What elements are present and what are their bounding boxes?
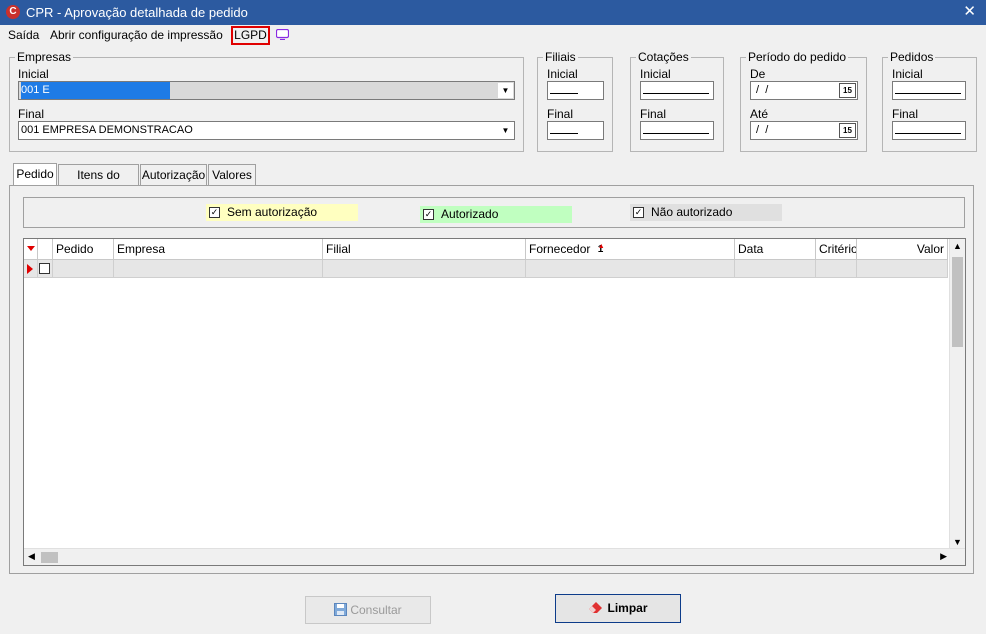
legend-autorizado[interactable]: ✓ Autorizado bbox=[420, 206, 572, 223]
grid-indicator-header[interactable] bbox=[24, 239, 38, 260]
column-header-fornecedor[interactable]: Fornecedor ▲ 1 bbox=[526, 239, 735, 260]
nao-autorizado-checkbox[interactable]: ✓ bbox=[633, 207, 644, 218]
row-indicator bbox=[24, 260, 38, 278]
fornecedor-header-label: Fornecedor bbox=[529, 242, 591, 256]
eraser-icon bbox=[589, 602, 603, 613]
menu-item-lgpd[interactable]: LGPD bbox=[231, 26, 270, 45]
sem-autorizacao-label: Sem autorização bbox=[227, 205, 318, 219]
cotacao-inicial-input[interactable] bbox=[640, 81, 714, 100]
legend-sem-autorizacao[interactable]: ✓ Sem autorização bbox=[206, 204, 358, 221]
empresa-final-select[interactable]: 001 EMPRESA DEMONSTRACAO ▼ bbox=[18, 121, 515, 140]
periodo-ate-value: / / bbox=[753, 124, 769, 136]
title-bar: C CPR - Aprovação detalhada de pedido ✕ bbox=[0, 0, 986, 25]
monitor-icon[interactable] bbox=[276, 29, 289, 40]
vertical-scroll-thumb[interactable] bbox=[952, 257, 963, 347]
cotacao-final-label: Final bbox=[640, 107, 667, 121]
scroll-left-icon[interactable]: ◀ bbox=[28, 551, 35, 562]
sem-autorizacao-checkbox[interactable]: ✓ bbox=[209, 207, 220, 218]
filial-final-label: Final bbox=[547, 107, 574, 121]
scroll-down-icon[interactable]: ▼ bbox=[953, 537, 962, 547]
row-select-cell[interactable] bbox=[38, 260, 53, 278]
window-title: CPR - Aprovação detalhada de pedido bbox=[26, 5, 248, 20]
limpar-button[interactable]: Limpar bbox=[555, 594, 681, 623]
calendar-icon[interactable]: 15 bbox=[839, 83, 856, 98]
table-cell[interactable] bbox=[526, 260, 735, 278]
filial-inicial-label: Inicial bbox=[547, 67, 578, 81]
autorizado-checkbox[interactable]: ✓ bbox=[423, 209, 434, 220]
empresa-inicial-value: 001 E bbox=[21, 82, 170, 99]
filial-final-input[interactable] bbox=[547, 121, 604, 140]
periodo-de-value: / / bbox=[753, 84, 769, 96]
legend-nao-autorizado[interactable]: ✓ Não autorizado bbox=[630, 204, 782, 221]
periodo-de-label: De bbox=[750, 67, 766, 81]
pedido-final-input[interactable] bbox=[892, 121, 966, 140]
consultar-button[interactable]: Consultar bbox=[305, 596, 431, 624]
pedido-final-label: Final bbox=[892, 107, 919, 121]
horizontal-scroll-thumb[interactable] bbox=[41, 552, 58, 563]
grid-select-header bbox=[38, 239, 53, 260]
periodo-de-input[interactable]: / / 15 bbox=[750, 81, 858, 100]
column-header-pedido[interactable]: Pedido bbox=[53, 239, 114, 260]
column-header-data[interactable]: Data bbox=[735, 239, 816, 260]
save-icon bbox=[334, 603, 348, 616]
calendar-icon[interactable]: 15 bbox=[839, 123, 856, 138]
cotacao-inicial-label: Inicial bbox=[640, 67, 671, 81]
scroll-right-icon[interactable]: ▶ bbox=[940, 551, 947, 562]
limpar-label: Limpar bbox=[607, 601, 648, 615]
pedidos-title: Pedidos bbox=[888, 50, 936, 64]
pedido-inicial-input[interactable] bbox=[892, 81, 966, 100]
pedido-inicial-label: Inicial bbox=[892, 67, 923, 81]
close-icon[interactable]: ✕ bbox=[963, 3, 976, 21]
filial-inicial-input[interactable] bbox=[547, 81, 604, 100]
tab-autorizacao[interactable]: Autorização bbox=[140, 164, 207, 185]
autorizado-label: Autorizado bbox=[441, 207, 499, 221]
table-cell[interactable] bbox=[857, 260, 948, 278]
empresa-final-label: Final bbox=[18, 107, 45, 121]
column-header-empresa[interactable]: Empresa bbox=[114, 239, 323, 260]
current-row-arrow-icon bbox=[27, 264, 33, 274]
periodo-ate-input[interactable]: / / 15 bbox=[750, 121, 858, 140]
empresa-final-value: 001 EMPRESA DEMONSTRACAO bbox=[21, 124, 193, 136]
chevron-down-icon[interactable]: ▼ bbox=[498, 83, 513, 98]
chevron-down-icon[interactable]: ▼ bbox=[498, 123, 513, 138]
table-cell[interactable] bbox=[735, 260, 816, 278]
consultar-label: Consultar bbox=[350, 603, 402, 617]
filiais-title: Filiais bbox=[543, 50, 578, 64]
column-header-criterio[interactable]: Critério bbox=[816, 239, 857, 260]
grid-horizontal-scrollbar[interactable]: ◀ ▶ bbox=[24, 548, 965, 565]
table-cell[interactable] bbox=[816, 260, 857, 278]
row-select-checkbox[interactable] bbox=[39, 263, 50, 274]
column-header-valor[interactable]: Valor bbox=[857, 239, 948, 260]
column-header-filial[interactable]: Filial bbox=[323, 239, 526, 260]
tab-pedido[interactable]: Pedido bbox=[13, 163, 57, 185]
sort-menu-icon[interactable] bbox=[24, 239, 38, 259]
cpr-logo-icon: C bbox=[6, 5, 20, 19]
menu-item-abrir-config-impressao[interactable]: Abrir configuração de impressão bbox=[50, 28, 223, 42]
grid-vertical-scrollbar[interactable]: ▲ ▼ bbox=[949, 239, 965, 549]
cotacoes-title: Cotações bbox=[636, 50, 691, 64]
menu-bar: Saída Abrir configuração de impressão bbox=[0, 25, 986, 45]
periodo-ate-label: Até bbox=[750, 107, 769, 121]
empresas-title: Empresas bbox=[15, 50, 74, 64]
empresa-inicial-select[interactable]: 001 E ▼ bbox=[18, 81, 515, 100]
tab-valores[interactable]: Valores bbox=[208, 164, 256, 185]
table-cell[interactable] bbox=[53, 260, 114, 278]
tab-itens-do-pedido[interactable]: Itens do pedido bbox=[58, 164, 139, 202]
table-cell[interactable] bbox=[323, 260, 526, 278]
periodo-title: Período do pedido bbox=[746, 50, 849, 64]
pedidos-grid[interactable]: Pedido Empresa Filial Fornecedor ▲ 1 Data… bbox=[23, 238, 966, 566]
scroll-up-icon[interactable]: ▲ bbox=[953, 241, 962, 251]
menu-item-saida[interactable]: Saída bbox=[8, 28, 39, 42]
table-cell[interactable] bbox=[114, 260, 323, 278]
cotacao-final-input[interactable] bbox=[640, 121, 714, 140]
nao-autorizado-label: Não autorizado bbox=[651, 205, 733, 219]
empresa-inicial-label: Inicial bbox=[18, 67, 49, 81]
sort-ascending-icon: ▲ 1 bbox=[597, 243, 605, 255]
